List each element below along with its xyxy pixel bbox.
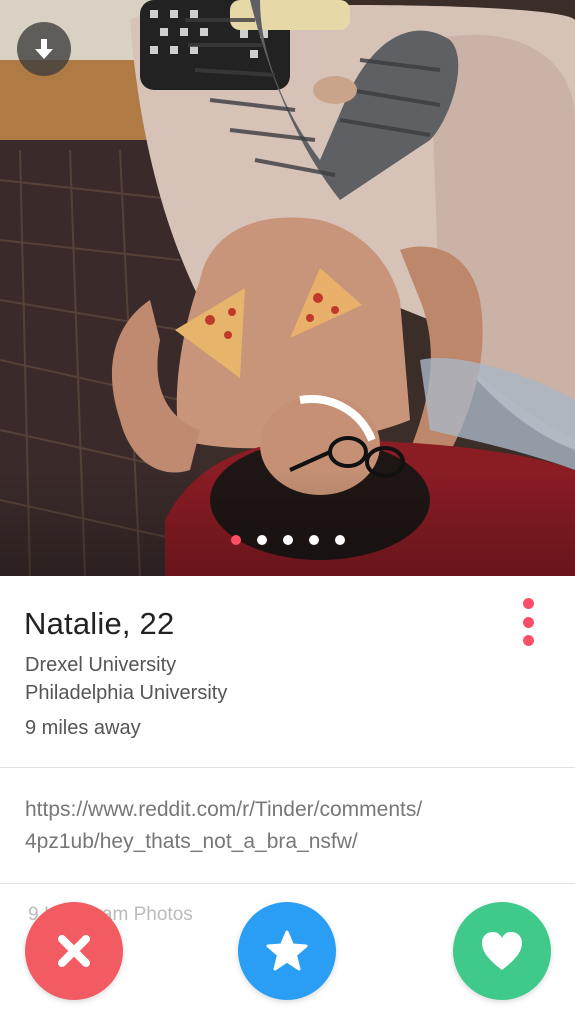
heart-icon	[482, 932, 522, 970]
photo-pager	[0, 535, 575, 545]
more-options-button[interactable]	[517, 598, 539, 646]
arrow-down-icon	[35, 39, 53, 59]
profile-photo[interactable]	[0, 0, 575, 576]
profile-info: Natalie, 22 Drexel University Philadelph…	[0, 576, 575, 768]
bio-line: https://www.reddit.com/r/Tinder/comments…	[25, 798, 423, 821]
nope-button[interactable]	[25, 902, 123, 1000]
profile-school-2: Philadelphia University	[25, 682, 228, 704]
profile-name-age: Natalie, 22	[24, 606, 175, 641]
more-dot-icon	[522, 598, 534, 609]
photo-pager-dot[interactable]	[282, 535, 293, 545]
more-dot-icon	[522, 635, 534, 646]
collapse-profile-button[interactable]	[17, 22, 71, 76]
photo-pager-dot[interactable]	[334, 535, 345, 545]
bio-line: 4pz1ub/hey_thats_not_a_bra_nsfw/	[25, 830, 358, 853]
profile-screen: Natalie, 22 Drexel University Philadelph…	[0, 0, 575, 1024]
more-dot-icon	[522, 616, 534, 628]
divider	[0, 767, 575, 768]
super-like-button[interactable]	[238, 902, 336, 1000]
profile-distance: 9 miles away	[25, 717, 141, 739]
photo-pager-dot[interactable]	[256, 535, 267, 545]
profile-school-1: Drexel University	[25, 654, 177, 676]
x-icon	[58, 935, 90, 967]
like-button[interactable]	[453, 902, 551, 1000]
star-icon	[266, 930, 308, 971]
profile-bio: https://www.reddit.com/r/Tinder/comments…	[25, 794, 555, 858]
divider	[0, 883, 575, 884]
photo-pager-dot[interactable]	[308, 535, 319, 545]
photo-pager-dot[interactable]	[230, 535, 241, 545]
profile-photo-image	[0, 0, 575, 576]
